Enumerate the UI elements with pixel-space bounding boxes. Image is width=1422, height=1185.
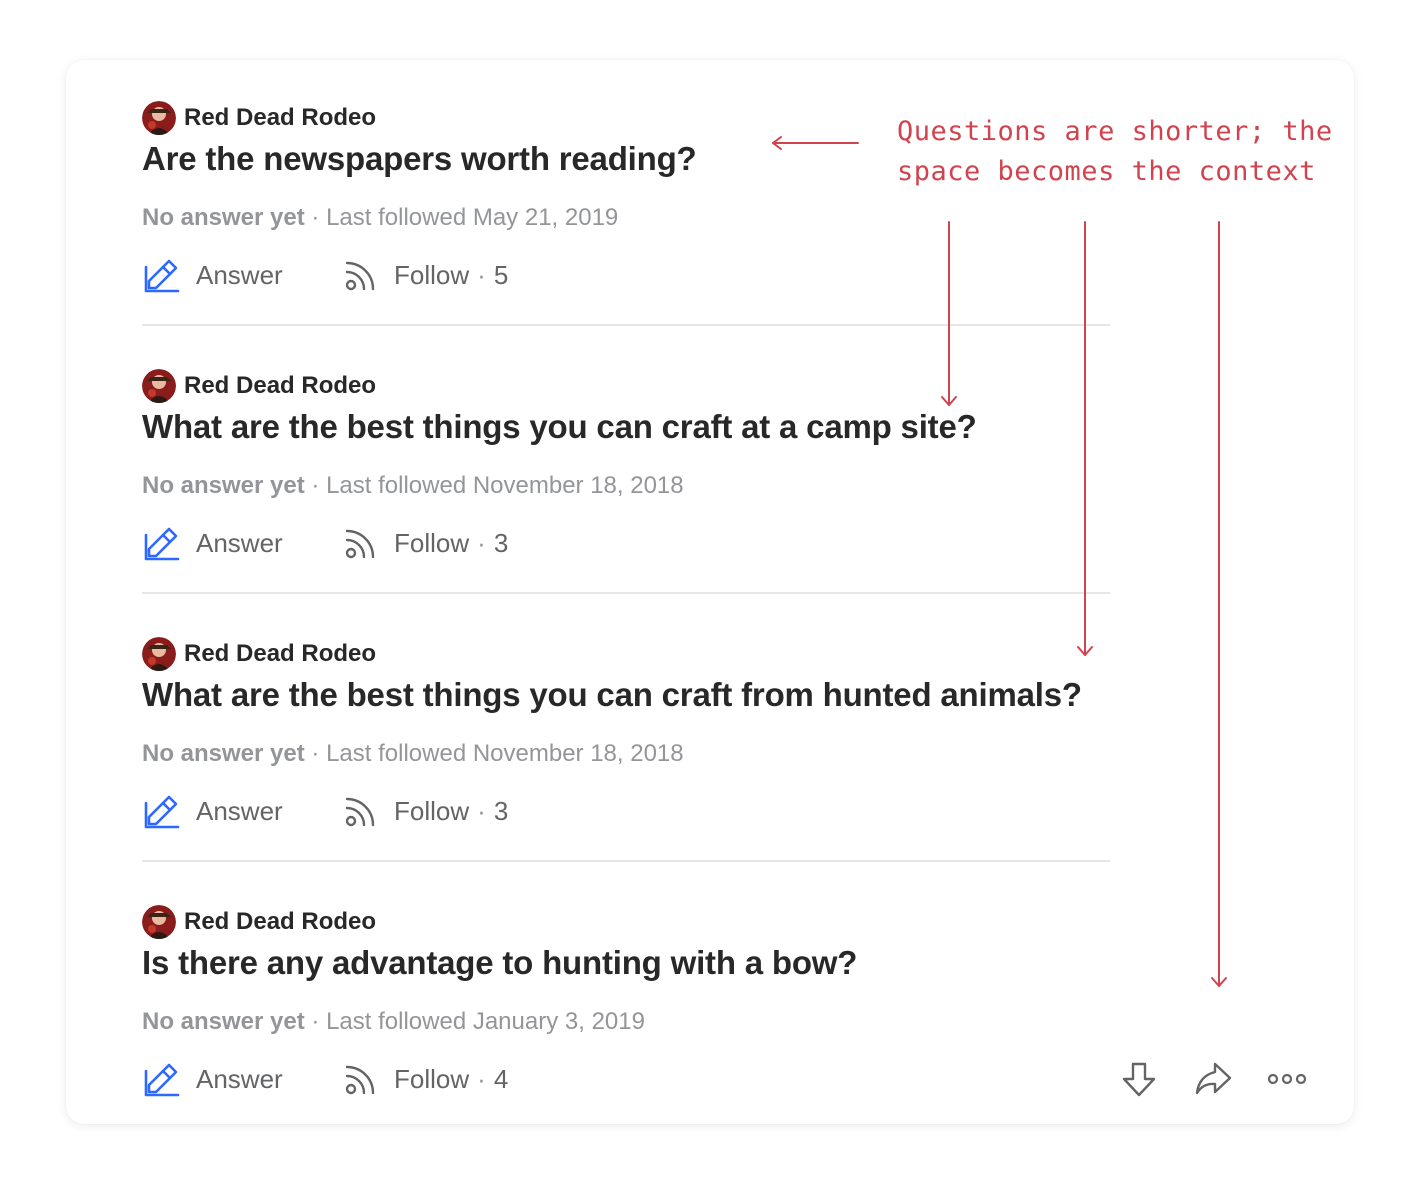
meta-separator: · <box>311 472 320 499</box>
pencil-edit-icon <box>142 255 182 295</box>
meta-separator: · <box>311 1008 320 1035</box>
annotation-note: Questions are shorter; the space becomes… <box>897 112 1333 192</box>
follow-button[interactable]: Follow · 5 <box>342 256 508 294</box>
question-title[interactable]: What are the best things you can craft f… <box>142 676 1082 714</box>
pencil-edit-icon <box>142 1059 182 1099</box>
follow-label: Follow <box>394 259 470 290</box>
author-name[interactable]: Red Dead Rodeo <box>184 372 376 400</box>
question-meta: No answer yet · Last followed November 1… <box>142 472 684 500</box>
more-options-button[interactable] <box>1264 1058 1310 1104</box>
answer-label: Answer <box>196 259 283 290</box>
avatar <box>142 637 176 671</box>
question-actions: Answer Follow · 3 <box>142 518 508 568</box>
downvote-arrow-icon <box>1119 1059 1159 1104</box>
more-options-icon <box>1267 1072 1307 1091</box>
author-row[interactable]: Red Dead Rodeo <box>142 636 376 672</box>
share-arrow-icon <box>1193 1059 1233 1104</box>
follow-count: 4 <box>493 1063 509 1094</box>
follow-button[interactable]: Follow · 3 <box>342 524 508 562</box>
last-followed: Last followed January 3, 2019 <box>326 1008 645 1035</box>
follow-feed-icon <box>342 1060 380 1098</box>
follow-dot: · <box>477 1063 486 1094</box>
question-meta: No answer yet · Last followed May 21, 20… <box>142 204 618 232</box>
follow-label: Follow <box>394 795 470 826</box>
share-button[interactable] <box>1190 1058 1236 1104</box>
author-row[interactable]: Red Dead Rodeo <box>142 904 376 940</box>
answer-status: No answer yet <box>142 204 305 231</box>
answer-button[interactable]: Answer <box>142 791 342 831</box>
question-title[interactable]: What are the best things you can craft a… <box>142 408 977 446</box>
follow-feed-icon <box>342 256 380 294</box>
divider <box>142 860 1110 862</box>
last-followed: Last followed November 18, 2018 <box>326 740 684 767</box>
follow-feed-icon <box>342 792 380 830</box>
follow-dot: · <box>477 795 486 826</box>
last-followed: Last followed May 21, 2019 <box>326 204 619 231</box>
question-meta: No answer yet · Last followed November 1… <box>142 740 684 768</box>
author-name[interactable]: Red Dead Rodeo <box>184 640 376 668</box>
avatar <box>142 905 176 939</box>
annotation-line-1: Questions are shorter; the <box>897 116 1333 147</box>
follow-count: 3 <box>493 527 509 558</box>
answer-button[interactable]: Answer <box>142 1059 342 1099</box>
follow-label: Follow <box>394 1063 470 1094</box>
follow-button[interactable]: Follow · 3 <box>342 792 508 830</box>
follow-count: 3 <box>493 795 509 826</box>
answer-status: No answer yet <box>142 740 305 767</box>
meta-separator: · <box>311 740 320 767</box>
answer-label: Answer <box>196 795 283 826</box>
answer-button[interactable]: Answer <box>142 523 342 563</box>
avatar <box>142 101 176 135</box>
pencil-edit-icon <box>142 791 182 831</box>
annotation-line-2: space becomes the context <box>897 156 1316 187</box>
question-actions: Answer Follow · 3 <box>142 786 508 836</box>
answer-label: Answer <box>196 1063 283 1094</box>
follow-count: 5 <box>493 259 509 290</box>
follow-dot: · <box>477 259 486 290</box>
author-name[interactable]: Red Dead Rodeo <box>184 104 376 132</box>
question-meta: No answer yet · Last followed January 3,… <box>142 1008 645 1036</box>
author-name[interactable]: Red Dead Rodeo <box>184 908 376 936</box>
question-title[interactable]: Are the newspapers worth reading? <box>142 140 697 178</box>
answer-status: No answer yet <box>142 472 305 499</box>
divider <box>142 324 1110 326</box>
follow-label: Follow <box>394 527 470 558</box>
avatar <box>142 369 176 403</box>
last-followed: Last followed November 18, 2018 <box>326 472 684 499</box>
follow-button[interactable]: Follow · 4 <box>342 1060 508 1098</box>
question-secondary-actions <box>1116 1058 1316 1104</box>
divider <box>142 592 1110 594</box>
answer-label: Answer <box>196 527 283 558</box>
author-row[interactable]: Red Dead Rodeo <box>142 100 376 136</box>
question-actions: Answer Follow · 4 <box>142 1054 508 1104</box>
pencil-edit-icon <box>142 523 182 563</box>
answer-status: No answer yet <box>142 1008 305 1035</box>
meta-separator: · <box>311 204 320 231</box>
question-actions: Answer Follow · 5 <box>142 250 508 300</box>
follow-dot: · <box>477 527 486 558</box>
author-row[interactable]: Red Dead Rodeo <box>142 368 376 404</box>
question-title[interactable]: Is there any advantage to hunting with a… <box>142 944 857 982</box>
answer-button[interactable]: Answer <box>142 255 342 295</box>
follow-feed-icon <box>342 524 380 562</box>
downvote-button[interactable] <box>1116 1058 1162 1104</box>
